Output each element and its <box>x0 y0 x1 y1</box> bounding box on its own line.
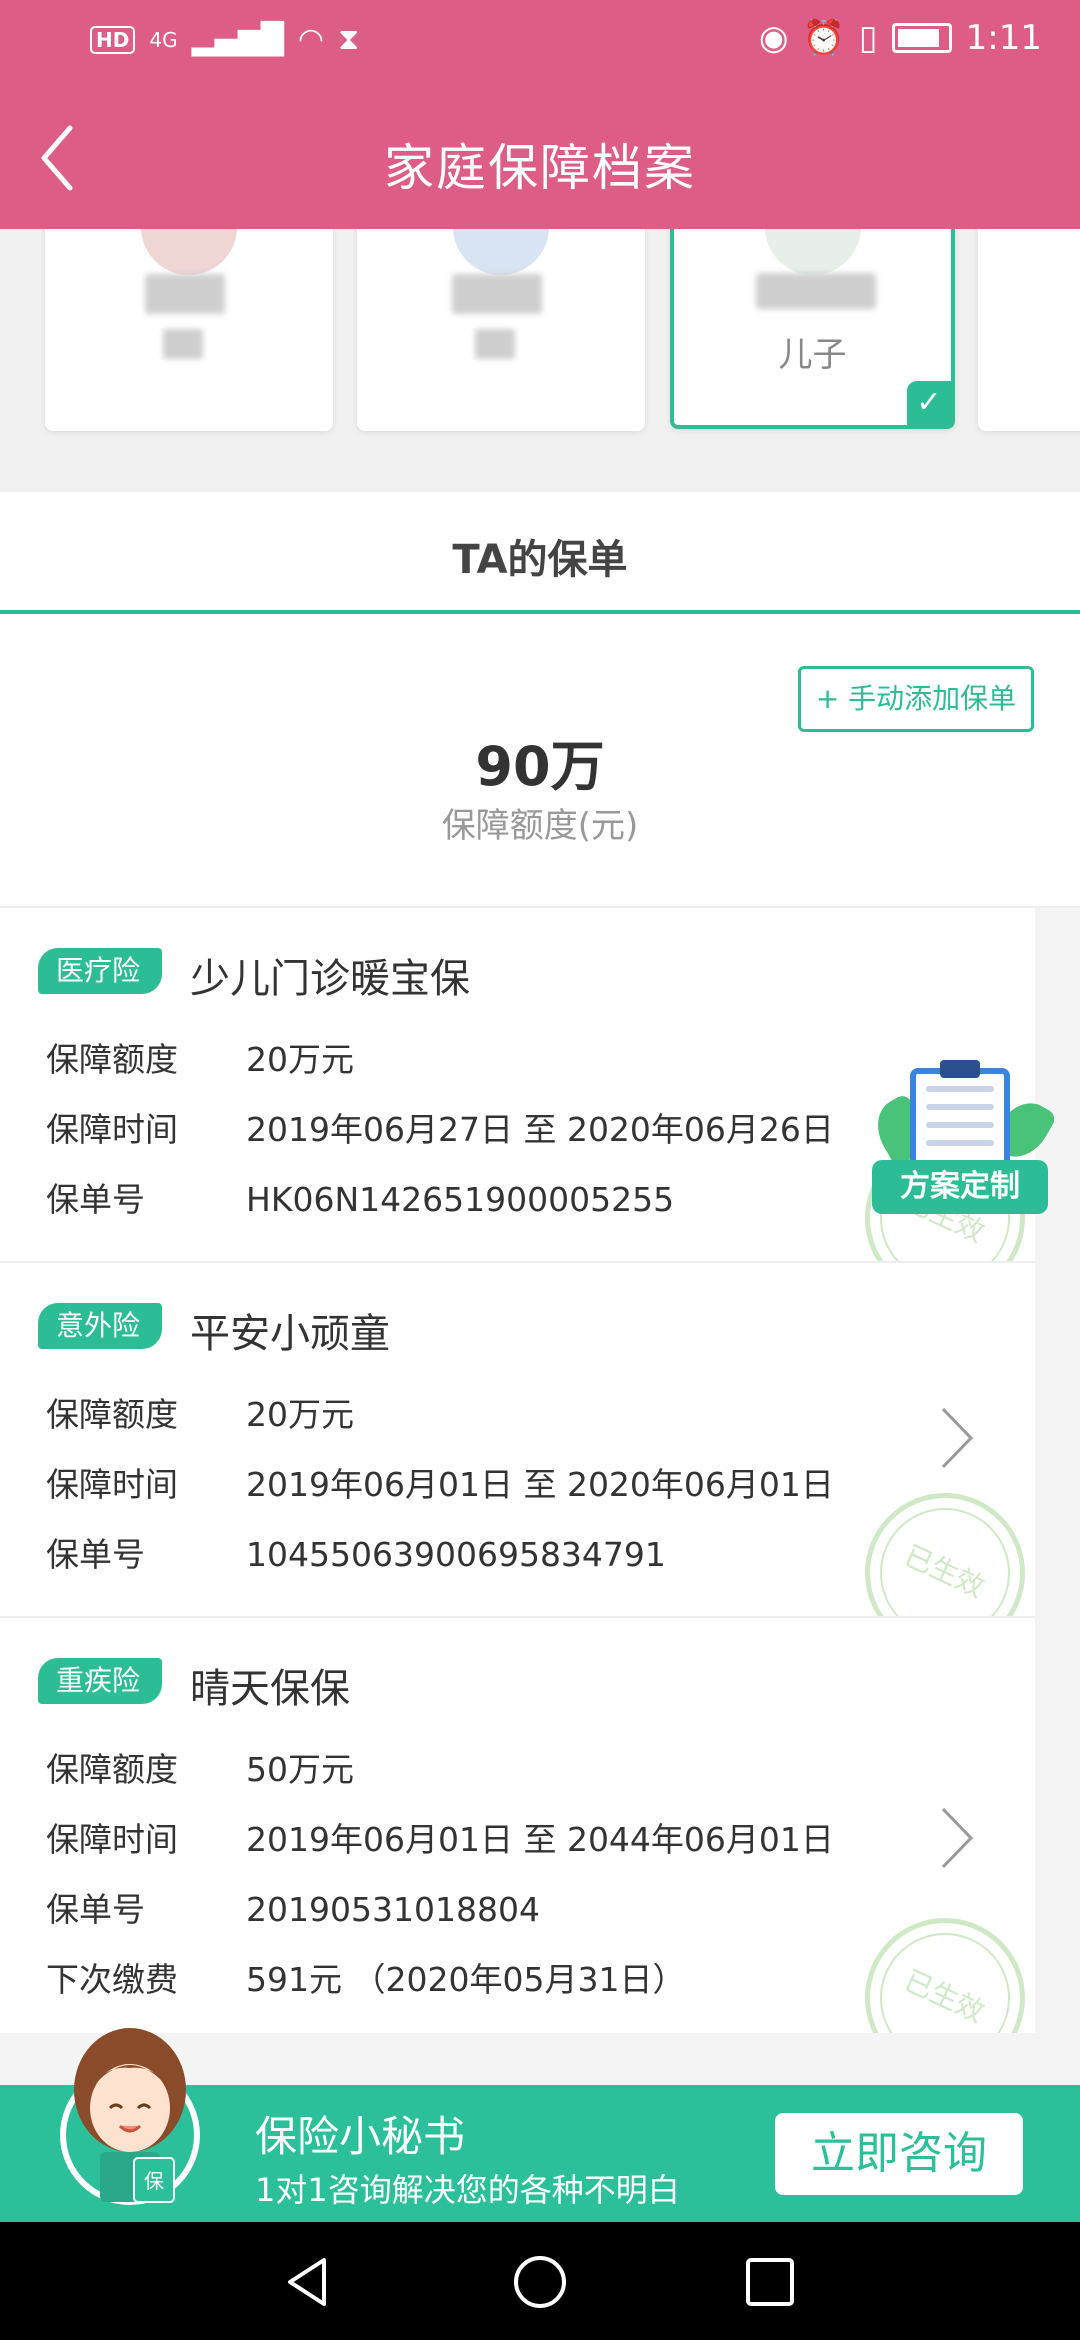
assistant-avatar-icon: 保 <box>60 2028 200 2205</box>
policy-type-badge: 意外险 <box>38 1303 163 1349</box>
period-row: 保障时间 2019年06月01日 至 2044年06月01日 <box>46 1813 834 1861</box>
policy-name: 少儿门诊暖宝保 <box>190 956 470 1002</box>
policy-card[interactable]: 重疾险 晴天保保 保障额度 50万元 保障时间 2019年06月01日 至 2044… <box>0 1618 1035 2033</box>
next-payment-value: 591元 （2020年05月31日） <box>246 1960 686 1999</box>
member-card-selected[interactable]: 儿子 ✓ <box>670 229 955 429</box>
vibrate-icon: ▯ <box>858 18 878 58</box>
coverage-value: 20万元 <box>246 1395 354 1434</box>
nav-home-icon[interactable] <box>510 2252 570 2312</box>
custom-plan-label: 方案定制 <box>872 1160 1048 1214</box>
effective-stamp: 已生效 <box>865 1918 1025 2033</box>
check-icon: ✓ <box>907 381 951 425</box>
number-value: 10455063900695834791 <box>246 1535 666 1574</box>
member-relation: 儿子 <box>778 335 847 375</box>
policy-type-badge: 重疾险 <box>38 1658 163 1704</box>
consult-subtitle: 1对1咨询解决您的各种不明白 <box>255 2171 680 2209</box>
coverage-row: 保障额度 20万元 <box>46 1033 354 1081</box>
blurred-name <box>145 274 225 314</box>
number-row: 保单号 HK06N142651900005255 <box>46 1173 674 1221</box>
coverage-value: 50万元 <box>246 1750 354 1789</box>
clipboard-clip <box>940 1060 980 1078</box>
coverage-summary: + 手动添加保单 90万 保障额度(元) <box>0 614 1080 908</box>
app-header: HD 4G ▂▄▆█ ◠ ⧗ ◉ ⏰ ▯ 1:11 家庭保障档案 <box>0 0 1080 229</box>
number-label: 保单号 <box>46 1180 145 1219</box>
badge-text: 保 <box>144 2169 164 2193</box>
period-row: 保障时间 2019年06月01日 至 2020年06月01日 <box>46 1458 834 1506</box>
status-left: HD 4G ▂▄▆█ ◠ ⧗ <box>90 22 359 57</box>
signal-icon: ▂▄▆█ <box>191 22 284 57</box>
hd-badge: HD <box>90 25 136 54</box>
member-cards: 儿子 ✓ <box>0 229 1080 492</box>
coverage-label: 保障额度 <box>46 1395 178 1434</box>
blurred-name <box>452 274 542 314</box>
member-card[interactable] <box>45 229 333 431</box>
effective-stamp: 已生效 <box>865 1493 1025 1616</box>
alarm-icon: ⏰ <box>802 18 845 58</box>
chevron-right-icon[interactable] <box>937 1803 977 1873</box>
blurred-name <box>756 273 876 309</box>
status-time: 1:11 <box>965 18 1042 58</box>
avatar <box>764 229 861 275</box>
policy-name: 平安小顽童 <box>190 1311 390 1357</box>
coverage-row: 保障额度 20万元 <box>46 1388 354 1436</box>
policy-name: 晴天保保 <box>190 1666 350 1712</box>
total-coverage: 90万 <box>475 735 605 798</box>
network-label: 4G <box>149 27 178 52</box>
battery-icon <box>891 23 952 53</box>
consult-title: 保险小秘书 <box>255 2112 466 2161</box>
consult-button[interactable]: 立即咨询 <box>775 2113 1023 2195</box>
policy-section-header: TA的保单 <box>0 492 1080 614</box>
number-label: 保单号 <box>46 1890 145 1929</box>
period-label: 保障时间 <box>46 1465 178 1504</box>
policy-type-badge: 医疗险 <box>38 948 163 994</box>
nav-recents-icon[interactable] <box>740 2252 800 2312</box>
blurred-relation <box>163 329 203 359</box>
policy-card[interactable]: 意外险 平安小顽童 保障额度 20万元 保障时间 2019年06月01日 至 202… <box>0 1263 1035 1618</box>
hourglass-icon: ⧗ <box>338 22 360 57</box>
status-right: ◉ ⏰ ▯ 1:11 <box>759 18 1042 58</box>
custom-plan-widget[interactable]: 方案定制 <box>866 1060 1058 1220</box>
member-card[interactable] <box>978 229 1080 431</box>
number-value: HK06N142651900005255 <box>246 1180 675 1219</box>
nav-back-icon[interactable] <box>280 2252 340 2312</box>
system-nav-bar <box>0 2222 1080 2340</box>
avatar <box>141 229 237 275</box>
period-row: 保障时间 2019年06月27日 至 2020年06月26日 <box>46 1103 834 1151</box>
section-title: TA的保单 <box>452 537 628 583</box>
number-row: 保单号 10455063900695834791 <box>46 1528 666 1576</box>
period-value: 2019年06月27日 至 2020年06月26日 <box>246 1110 834 1149</box>
total-coverage-label: 保障额度(元) <box>441 806 639 846</box>
blurred-relation <box>475 329 515 359</box>
next-payment-row: 下次缴费 591元 （2020年05月31日） <box>46 1953 685 2001</box>
number-label: 保单号 <box>46 1535 145 1574</box>
member-card[interactable] <box>357 229 645 431</box>
avatar <box>453 229 549 275</box>
period-label: 保障时间 <box>46 1110 178 1149</box>
coverage-label: 保障额度 <box>46 1750 178 1789</box>
period-value: 2019年06月01日 至 2020年06月01日 <box>246 1465 834 1504</box>
period-label: 保障时间 <box>46 1820 178 1859</box>
eye-icon: ◉ <box>758 18 789 58</box>
next-payment-label: 下次缴费 <box>46 1960 178 1999</box>
coverage-value: 20万元 <box>246 1040 354 1079</box>
chevron-right-icon[interactable] <box>937 1403 977 1473</box>
wifi-icon: ◠ <box>297 22 325 57</box>
page-title: 家庭保障档案 <box>384 139 696 197</box>
coverage-label: 保障额度 <box>46 1040 178 1079</box>
period-value: 2019年06月01日 至 2044年06月01日 <box>246 1820 834 1859</box>
number-row: 保单号 20190531018804 <box>46 1883 540 1931</box>
number-value: 20190531018804 <box>246 1890 540 1929</box>
status-bar: HD 4G ▂▄▆█ ◠ ⧗ ◉ ⏰ ▯ 1:11 <box>0 0 1080 84</box>
coverage-row: 保障额度 50万元 <box>46 1743 354 1791</box>
